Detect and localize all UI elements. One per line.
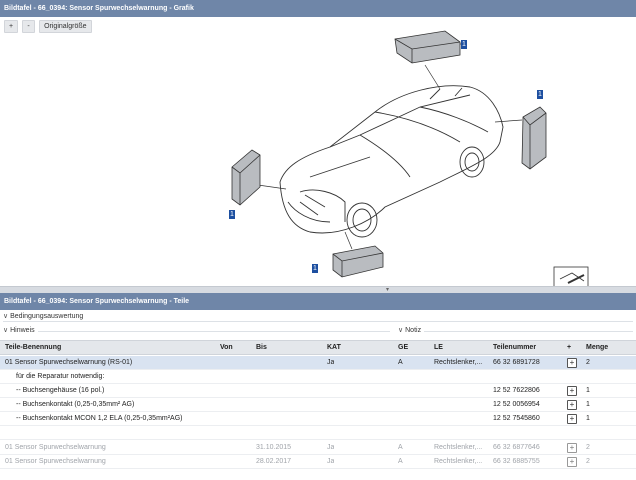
part-name-cell: -- Buchsengehäuse (16 pol.) [16,387,105,394]
zoom-out-button[interactable]: - [22,20,36,33]
le-cell: Rechtslenker,... [434,458,483,465]
col-header-to[interactable]: Bis [256,341,267,355]
chevron-down-icon: ∨ [3,313,9,320]
callout-badge[interactable]: 1 [461,40,467,49]
chevron-down-icon: ∨ [398,327,404,334]
part-number-cell: 12 52 7622806 [493,387,540,394]
hint-section-toggle[interactable]: ∨ Hinweis [3,326,35,334]
table-row[interactable]: -- Buchsenkontakt MCON 1,2 ELA (0,25-0,3… [0,412,636,426]
add-to-cart-icon[interactable]: + [567,414,577,424]
col-header-ge[interactable]: GE [398,341,408,355]
car-outline [279,85,504,238]
table-row[interactable]: 01 Sensor Spurwechselwarnung 28.02.2017 Ja… [0,455,636,469]
col-header-le[interactable]: LE [434,341,443,355]
part-number-cell: 66 32 6891728 [493,359,540,366]
kat-cell: Ja [327,444,335,451]
zoom-in-button[interactable]: + [4,20,19,33]
table-row[interactable]: -- Buchsengehäuse (16 pol.) 12 52 7622806… [0,384,636,398]
to-cell: 28.02.2017 [256,458,292,465]
add-to-cart-icon[interactable]: + [567,386,577,396]
divider [38,331,390,332]
quantity-cell: 1 [586,401,590,408]
kat-cell: Ja [327,458,335,465]
col-header-name[interactable]: Teile-Benennung [5,341,61,355]
reference-icon [553,266,589,288]
add-to-cart-icon[interactable]: + [567,400,577,410]
parts-panel-title: Bildtafel - 66_0394: Sensor Spurwechselw… [0,293,636,310]
table-row[interactable]: für die Reparatur notwendig: [0,370,636,384]
part-name-cell: -- Buchsenkontakt MCON 1,2 ELA (0,25-0,3… [16,415,183,422]
kat-cell: Ja [327,359,335,366]
hint-label: Hinweis [10,327,35,334]
col-header-add[interactable]: + [567,341,571,355]
car-diagram-svg [231,30,589,288]
part-name-cell: 01 Sensor Spurwechselwarnung (RS-01) [5,359,133,366]
table-row[interactable] [0,426,636,440]
part-name-cell: 01 Sensor Spurwechselwarnung [5,458,106,465]
part-number-cell: 12 52 0056954 [493,401,540,408]
ge-cell: A [398,359,403,366]
col-header-kat[interactable]: KAT [327,341,341,355]
sensor-modules [231,30,547,278]
callout-badge[interactable]: 1 [537,90,543,99]
ge-cell: A [398,444,403,451]
add-to-cart-icon[interactable]: + [567,443,577,453]
add-to-cart-icon[interactable]: + [567,358,577,368]
graphic-panel-title: Bildtafel - 66_0394: Sensor Spurwechselw… [0,0,636,17]
part-number-cell: 12 52 7545860 [493,415,540,422]
part-name-cell: für die Reparatur notwendig: [16,373,105,380]
add-to-cart-icon[interactable]: + [567,457,577,467]
part-number-cell: 66 32 6885755 [493,458,540,465]
callout-badge[interactable]: 1 [229,210,235,219]
chevron-down-icon: ∨ [3,327,9,334]
table-row[interactable]: -- Buchsenkontakt (0,25-0,35mm² AG) 12 52… [0,398,636,412]
parts-table-header: Teile-Benennung Von Bis KAT GE LE Teilen… [0,340,636,355]
col-header-quantity[interactable]: Menge [586,341,608,355]
quantity-cell: 1 [586,415,590,422]
quantity-cell: 1 [586,387,590,394]
col-header-from[interactable]: Von [220,341,233,355]
divider [424,331,633,332]
note-label: Notiz [405,327,422,334]
le-cell: Rechtslenker,... [434,359,483,366]
original-size-button[interactable]: Originalgröße [39,20,92,33]
note-section-toggle[interactable]: ∨ Notiz [398,326,421,334]
quantity-cell: 2 [586,444,590,451]
table-row[interactable]: 01 Sensor Spurwechselwarnung 31.10.2015 Ja… [0,441,636,455]
graphic-toolbar: + - Originalgröße [4,20,92,33]
ge-cell: A [398,458,403,465]
quantity-cell: 2 [586,359,590,366]
parts-diagram[interactable]: 1 1 1 1 [0,17,636,288]
callout-badge[interactable]: 1 [312,264,318,273]
le-cell: Rechtslenker,... [434,444,483,451]
part-number-cell: 66 32 6877646 [493,444,540,451]
panel-splitter[interactable]: ▾ [0,286,636,293]
condition-section-toggle[interactable]: ∨ Bedingungsauswertung [3,312,83,320]
table-row[interactable]: 01 Sensor Spurwechselwarnung (RS-01) Ja A R… [0,356,636,370]
quantity-cell: 2 [586,458,590,465]
to-cell: 31.10.2015 [256,444,292,451]
part-name-cell: 01 Sensor Spurwechselwarnung [5,444,106,451]
col-header-part-number[interactable]: Teilenummer [493,341,536,355]
part-name-cell: -- Buchsenkontakt (0,25-0,35mm² AG) [16,401,135,408]
condition-label: Bedingungsauswertung [10,313,84,320]
leader-lines [257,43,523,250]
divider [3,321,633,322]
